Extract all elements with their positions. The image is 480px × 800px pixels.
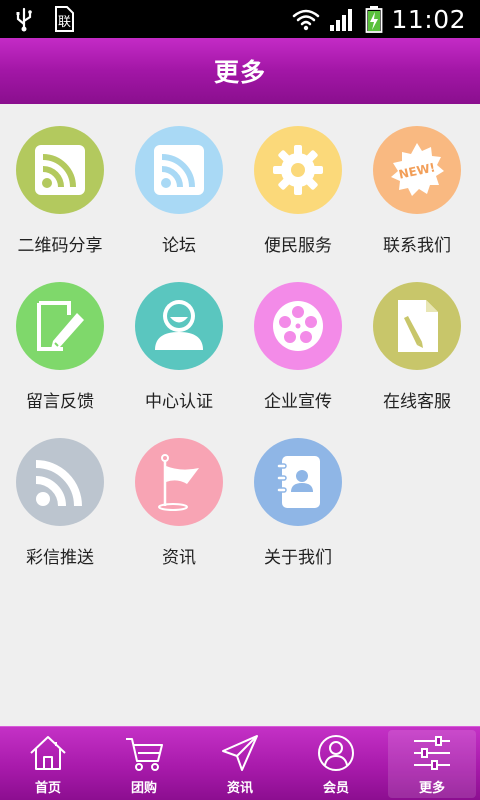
cart-icon bbox=[126, 738, 163, 771]
nav-label: 资讯 bbox=[226, 781, 253, 796]
rss-icon bbox=[154, 145, 204, 195]
nav-label: 团购 bbox=[130, 781, 157, 796]
tile-icon-circle bbox=[16, 282, 104, 370]
tile-icon-circle bbox=[254, 126, 342, 214]
tile-label: 企业宣传 bbox=[264, 392, 332, 412]
tile-certification[interactable]: 中心认证 bbox=[119, 260, 239, 416]
tile-label: 便民服务 bbox=[264, 236, 332, 256]
edit-note-icon bbox=[37, 301, 84, 351]
nav-member[interactable]: 会员 bbox=[288, 727, 384, 800]
wifi-icon bbox=[293, 9, 320, 31]
title-bar: 更多 bbox=[0, 38, 480, 104]
tile-icon-circle bbox=[16, 438, 104, 526]
tile-icon-circle: NEW! bbox=[373, 126, 461, 214]
tile-icon-circle bbox=[135, 282, 223, 370]
nav-group-buy[interactable]: 团购 bbox=[96, 727, 192, 800]
tile-news[interactable]: 资讯 bbox=[119, 416, 239, 572]
rss-icon bbox=[35, 145, 85, 195]
contact-book-icon bbox=[276, 456, 320, 508]
user-icon bbox=[155, 300, 203, 350]
tile-label: 联系我们 bbox=[383, 236, 451, 256]
gear-icon bbox=[273, 145, 323, 195]
battery-charging-icon bbox=[366, 6, 383, 33]
document-edit-icon bbox=[398, 300, 438, 352]
tile-icon-circle bbox=[135, 438, 223, 526]
tile-label: 中心认证 bbox=[145, 392, 213, 412]
signal-icon bbox=[330, 9, 353, 31]
tile-label: 在线客服 bbox=[383, 392, 451, 412]
tile-promotion[interactable]: 企业宣传 bbox=[238, 260, 358, 416]
nav-home[interactable]: 首页 bbox=[0, 727, 96, 800]
tile-label: 留言反馈 bbox=[26, 392, 94, 412]
feature-grid: 二维码分享 论坛 便民服务 NEW! 联系我们 留言反馈 中心认证 企业宣传 在… bbox=[0, 104, 480, 726]
nav-label: 更多 bbox=[418, 781, 445, 796]
clock: 11:02 bbox=[391, 4, 466, 34]
page-title: 更多 bbox=[213, 58, 266, 87]
rss-icon bbox=[35, 460, 82, 507]
status-bar: 联 11:02 bbox=[0, 0, 480, 38]
nav-label: 首页 bbox=[34, 781, 61, 796]
flag-icon bbox=[158, 454, 199, 511]
tile-icon-circle bbox=[16, 126, 104, 214]
member-icon bbox=[318, 735, 354, 771]
tile-about-us[interactable]: 关于我们 bbox=[238, 416, 358, 572]
nav-news[interactable]: 资讯 bbox=[192, 727, 288, 800]
tile-qrcode-share[interactable]: 二维码分享 bbox=[0, 104, 120, 260]
tile-label: 资讯 bbox=[162, 548, 196, 568]
nav-label: 会员 bbox=[322, 781, 349, 796]
sim-glyph: 联 bbox=[58, 15, 71, 30]
sim-icon: 联 bbox=[55, 6, 74, 32]
tile-icon-circle bbox=[254, 438, 342, 526]
tile-icon-circle bbox=[135, 126, 223, 214]
send-icon bbox=[222, 735, 258, 771]
tile-label: 彩信推送 bbox=[26, 548, 94, 568]
tile-feedback[interactable]: 留言反馈 bbox=[0, 260, 120, 416]
film-reel-icon bbox=[273, 301, 323, 351]
tile-label: 论坛 bbox=[162, 236, 196, 256]
tile-icon-circle bbox=[373, 282, 461, 370]
tile-label: 关于我们 bbox=[264, 548, 332, 568]
settings-sliders-icon bbox=[414, 736, 450, 770]
tile-contact-us[interactable]: NEW! 联系我们 bbox=[357, 104, 477, 260]
new-badge-icon: NEW! bbox=[391, 143, 444, 196]
tile-online-service[interactable]: 在线客服 bbox=[357, 260, 477, 416]
home-icon bbox=[30, 736, 66, 770]
bottom-nav: 首页 团购 资讯 会员 更多 bbox=[0, 726, 480, 800]
tile-services[interactable]: 便民服务 bbox=[238, 104, 358, 260]
tile-mms-push[interactable]: 彩信推送 bbox=[0, 416, 120, 572]
tile-icon-circle bbox=[254, 282, 342, 370]
tile-label: 二维码分享 bbox=[17, 236, 103, 256]
usb-icon bbox=[16, 7, 32, 32]
nav-more[interactable]: 更多 bbox=[388, 730, 476, 798]
tile-forum[interactable]: 论坛 bbox=[119, 104, 239, 260]
